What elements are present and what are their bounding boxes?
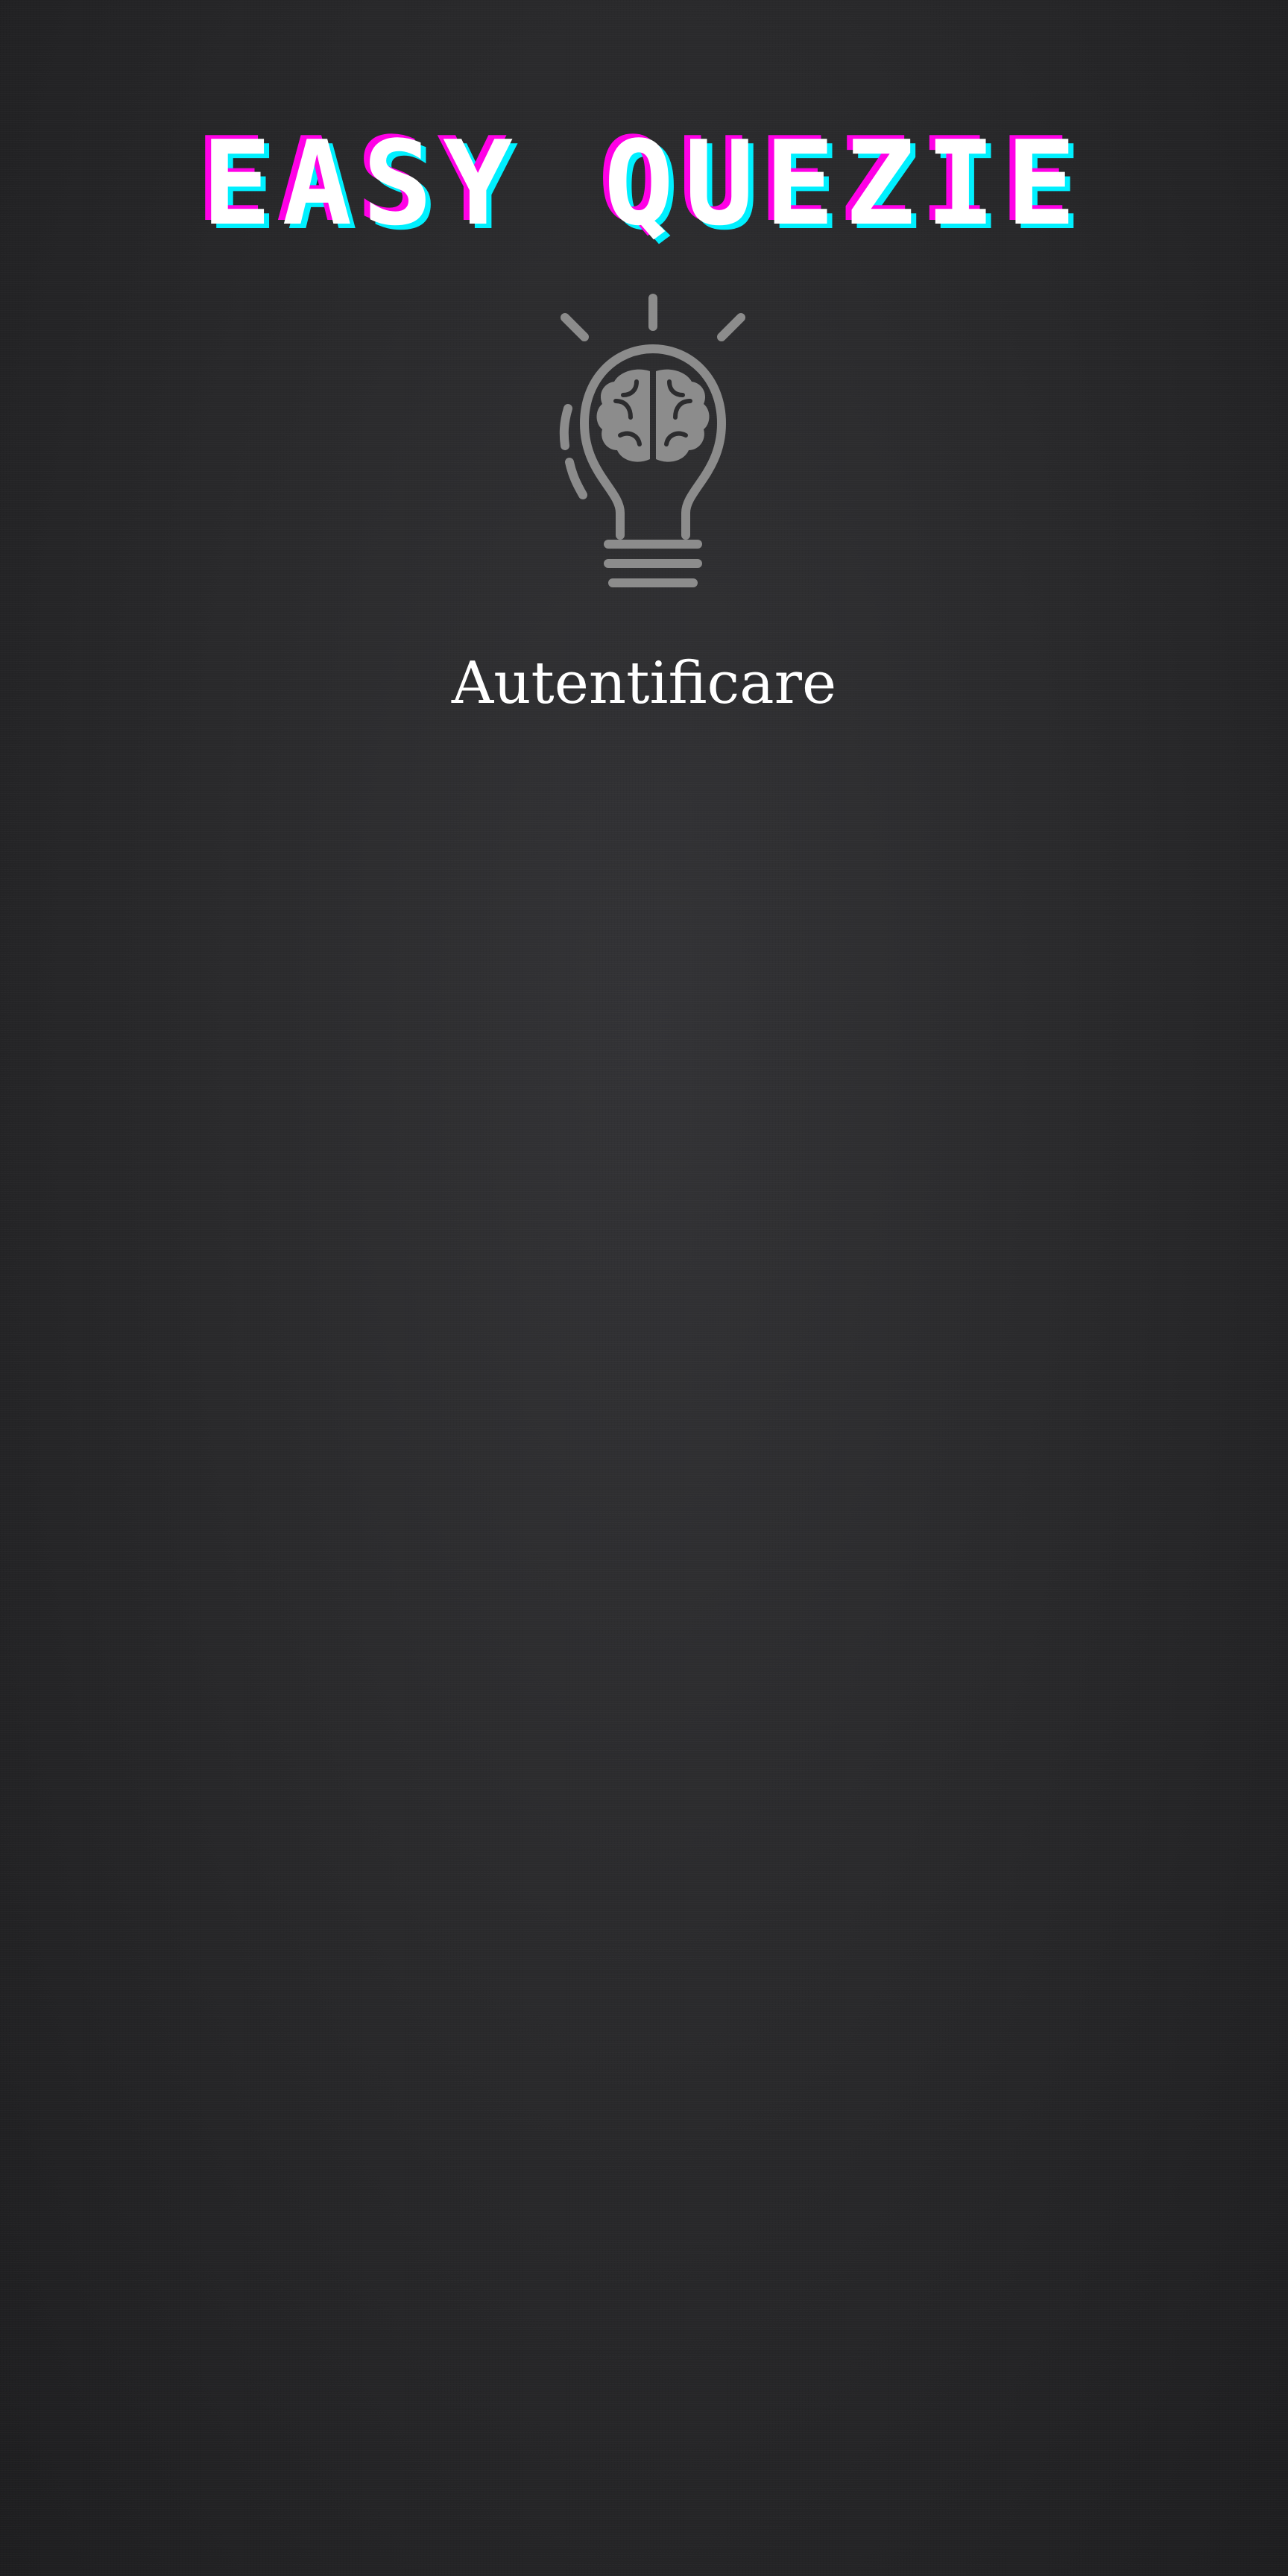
lightbulb-brain-icon: [559, 294, 745, 587]
app-title: EASY QUEZIE: [201, 116, 1087, 251]
auth-heading[interactable]: Autentificare: [0, 654, 1288, 713]
